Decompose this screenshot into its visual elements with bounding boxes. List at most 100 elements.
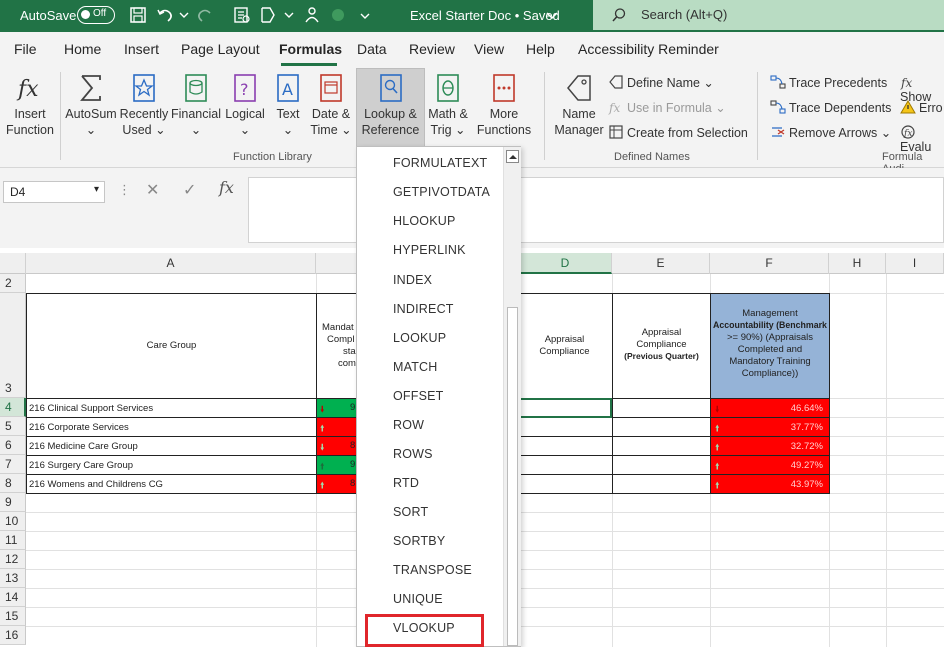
more-functions-button[interactable]: More Functions ⌄ bbox=[472, 72, 536, 154]
scroll-up-button[interactable] bbox=[506, 150, 519, 163]
lookup-reference-button[interactable]: Lookup & Reference ⌄ bbox=[356, 72, 425, 154]
financial-button[interactable]: Financial ⌄ bbox=[170, 72, 222, 138]
care-group-cell[interactable]: 216 Medicine Care Group bbox=[29, 441, 138, 452]
row-header-13[interactable]: 13 bbox=[0, 569, 26, 588]
mandatory-cell[interactable]: 🠛 9 bbox=[316, 398, 358, 418]
menu-item-index[interactable]: INDEX bbox=[393, 273, 432, 287]
create-from-selection-button[interactable]: Create from Selection bbox=[608, 124, 748, 140]
tab-formulas[interactable]: Formulas bbox=[279, 41, 342, 57]
menu-item-hlookup[interactable]: HLOOKUP bbox=[393, 214, 456, 228]
row-header-16[interactable]: 16 bbox=[0, 626, 26, 645]
menu-item-rows[interactable]: ROWS bbox=[393, 447, 433, 461]
row-header-15[interactable]: 15 bbox=[0, 607, 26, 626]
name-manager-button[interactable]: Name Manager bbox=[552, 72, 606, 138]
column-header-e[interactable]: E bbox=[612, 253, 710, 274]
trace-precedents-button[interactable]: Trace Precedents bbox=[770, 74, 887, 90]
trace-dependents-button[interactable]: Trace Dependents bbox=[770, 99, 891, 115]
enter-icon[interactable]: ✓ bbox=[183, 180, 196, 200]
row-header-4[interactable]: 4 bbox=[0, 398, 26, 417]
title-dropdown-icon[interactable] bbox=[545, 5, 559, 25]
save-icon[interactable] bbox=[128, 5, 148, 25]
menu-item-transpose[interactable]: TRANSPOSE bbox=[393, 563, 472, 577]
search-input[interactable]: Search (Alt+Q) bbox=[593, 0, 944, 30]
name-box[interactable]: D4 ▾ bbox=[3, 181, 105, 203]
management-cell[interactable]: 🠛 46.64% bbox=[710, 398, 830, 418]
management-cell[interactable]: 🠙 37.77% bbox=[710, 417, 830, 437]
dropdown-scrollbar[interactable] bbox=[503, 147, 521, 646]
record-icon[interactable] bbox=[328, 5, 348, 25]
care-group-cell[interactable]: 216 Clinical Support Services bbox=[29, 403, 153, 414]
share-dropdown-icon[interactable] bbox=[283, 5, 295, 25]
scroll-thumb[interactable] bbox=[507, 307, 518, 646]
row-header-10[interactable]: 10 bbox=[0, 512, 26, 531]
tab-insert[interactable]: Insert bbox=[124, 41, 159, 57]
select-all-corner[interactable] bbox=[0, 253, 26, 274]
form-icon[interactable] bbox=[232, 5, 252, 25]
row-header-12[interactable]: 12 bbox=[0, 550, 26, 569]
menu-item-sort[interactable]: SORT bbox=[393, 505, 428, 519]
tab-accessibility-reminder[interactable]: Accessibility Reminder bbox=[578, 41, 719, 57]
tab-help[interactable]: Help bbox=[526, 41, 555, 57]
share-icon[interactable] bbox=[258, 5, 278, 25]
row-header-2[interactable]: 2 bbox=[0, 274, 26, 293]
tab-view[interactable]: View bbox=[474, 41, 504, 57]
autosum-button[interactable]: AutoSum ⌄ bbox=[64, 72, 118, 138]
math-trig-button[interactable]: Math & Trig ⌄ bbox=[425, 72, 471, 138]
care-group-cell[interactable]: 216 Corporate Services bbox=[29, 422, 129, 433]
active-cell-d4[interactable] bbox=[519, 398, 612, 418]
menu-item-lookup[interactable]: LOOKUP bbox=[393, 331, 446, 345]
tab-page-layout[interactable]: Page Layout bbox=[181, 41, 260, 57]
evaluate-formula-button[interactable]: fx Evalu bbox=[900, 124, 944, 154]
management-cell[interactable]: 🠙 43.97% bbox=[710, 474, 830, 494]
remove-arrows-button[interactable]: Remove Arrows ⌄ bbox=[770, 124, 891, 140]
menu-item-indirect[interactable]: INDIRECT bbox=[393, 302, 454, 316]
error-checking-button[interactable]: Erro bbox=[900, 99, 943, 115]
tab-file[interactable]: File bbox=[14, 41, 37, 57]
menu-item-formulatext[interactable]: FORMULATEXT bbox=[393, 156, 487, 170]
mandatory-cell[interactable]: 🠙 9 bbox=[316, 455, 358, 475]
menu-item-getpivotdata[interactable]: GETPIVOTDATA bbox=[393, 185, 490, 199]
care-group-cell[interactable]: 216 Womens and Childrens CG bbox=[29, 479, 163, 490]
customize-qat-icon[interactable] bbox=[358, 5, 372, 25]
mandatory-cell[interactable]: 🠙 bbox=[316, 417, 358, 437]
tab-home[interactable]: Home bbox=[64, 41, 101, 57]
recently-used-button[interactable]: Recently Used ⌄ bbox=[118, 72, 170, 138]
row-header-14[interactable]: 14 bbox=[0, 588, 26, 607]
undo-icon[interactable] bbox=[155, 5, 175, 25]
header-cell-appraisal[interactable]: Appraisal Compliance bbox=[518, 293, 613, 399]
menu-item-unique[interactable]: UNIQUE bbox=[393, 592, 443, 606]
document-title[interactable]: Excel Starter Doc • Saved bbox=[410, 8, 560, 23]
header-cell-care-group[interactable]: Care Group bbox=[26, 293, 317, 399]
use-in-formula-button[interactable]: fx Use in Formula ⌄ bbox=[608, 99, 726, 115]
drag-handle-icon[interactable]: ⋮ bbox=[118, 182, 131, 198]
row-header-6[interactable]: 6 bbox=[0, 436, 26, 455]
tab-data[interactable]: Data bbox=[357, 41, 387, 57]
management-cell[interactable]: 🠙 49.27% bbox=[710, 455, 830, 475]
menu-item-offset[interactable]: OFFSET bbox=[393, 389, 444, 403]
accessibility-icon[interactable] bbox=[302, 5, 322, 25]
header-cell-management[interactable]: Management Accountability (Benchmark >= … bbox=[710, 293, 830, 399]
header-cell-mandatory[interactable]: Mandat Compl sta com bbox=[316, 293, 358, 399]
management-cell[interactable]: 🠙 32.72% bbox=[710, 436, 830, 456]
cancel-icon[interactable]: ✕ bbox=[146, 180, 159, 200]
redo-icon[interactable] bbox=[195, 5, 215, 25]
logical-button[interactable]: ? Logical ⌄ bbox=[222, 72, 268, 138]
column-header-i[interactable]: I bbox=[886, 253, 944, 274]
menu-item-row[interactable]: ROW bbox=[393, 418, 424, 432]
tab-review[interactable]: Review bbox=[409, 41, 455, 57]
text-button[interactable]: A Text ⌄ bbox=[268, 72, 308, 138]
row-header-5[interactable]: 5 bbox=[0, 417, 26, 436]
menu-item-sortby[interactable]: SORTBY bbox=[393, 534, 445, 548]
mandatory-cell[interactable]: 🠙 8 bbox=[316, 474, 358, 494]
header-cell-appraisal-previous[interactable]: Appraisal Compliance (Previous Quarter) bbox=[612, 293, 711, 399]
column-header-h[interactable]: H bbox=[829, 253, 886, 274]
menu-item-rtd[interactable]: RTD bbox=[393, 476, 419, 490]
column-header-a[interactable]: A bbox=[26, 253, 316, 274]
row-header-11[interactable]: 11 bbox=[0, 531, 26, 550]
column-header-d[interactable]: D bbox=[519, 253, 612, 274]
autosave-toggle[interactable]: Off bbox=[77, 6, 115, 24]
insert-function-button[interactable]: fx Insert Function bbox=[4, 72, 56, 138]
undo-dropdown-icon[interactable] bbox=[178, 5, 190, 25]
menu-item-match[interactable]: MATCH bbox=[393, 360, 438, 374]
date-time-button[interactable]: Date & Time ⌄ bbox=[308, 72, 354, 138]
